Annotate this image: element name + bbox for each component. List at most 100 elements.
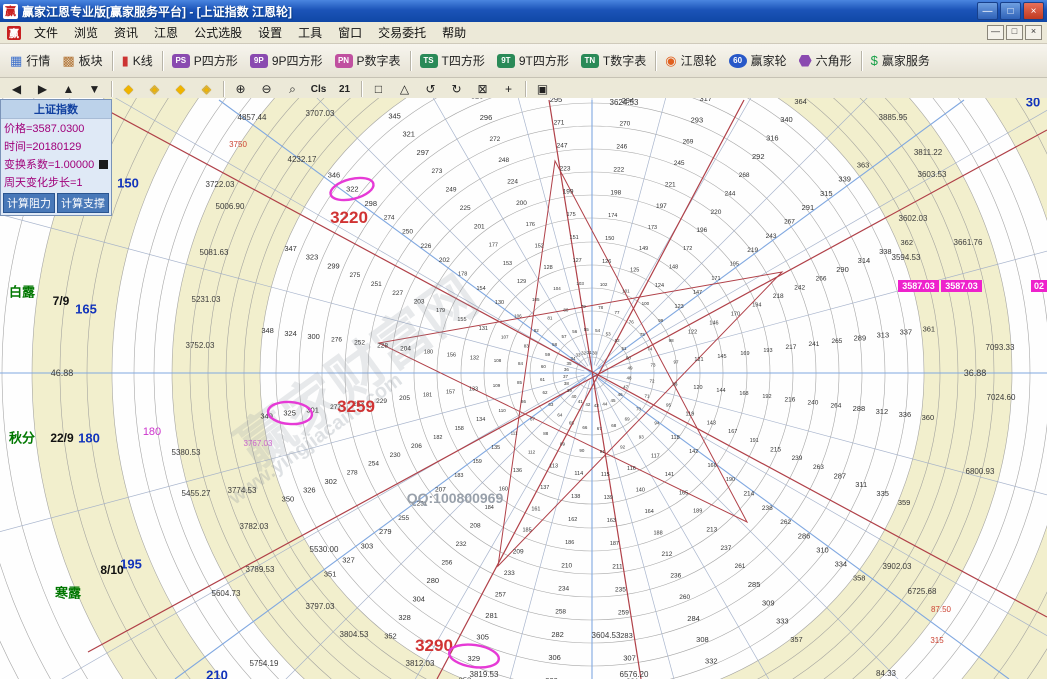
svg-text:02: 02	[1034, 281, 1044, 291]
svg-text:320: 320	[471, 98, 484, 100]
svg-text:292: 292	[752, 152, 765, 161]
calc-resistance-button[interactable]: 计算阻力	[3, 193, 55, 213]
mdi-restore-button[interactable]: □	[1006, 25, 1023, 40]
svg-text:208: 208	[470, 523, 481, 530]
diamond-2-button[interactable]: ◈	[142, 79, 167, 99]
svg-text:132: 132	[470, 355, 479, 361]
rotate-cw-button[interactable]: ↻	[444, 79, 469, 99]
svg-text:236: 236	[670, 573, 681, 580]
gann-wheel-chart[interactable]: 赢家财富网www.yingjiacaifu.com303132333435363…	[0, 98, 1047, 679]
svg-text:230: 230	[390, 452, 401, 459]
hexagon-button-label: 六角形	[816, 52, 852, 69]
app-logo-icon: 赢	[3, 4, 18, 19]
close-button[interactable]: ×	[1023, 2, 1044, 20]
svg-text:153: 153	[503, 261, 512, 267]
svg-text:114: 114	[574, 471, 583, 477]
svg-text:312: 312	[876, 407, 889, 416]
kline-button[interactable]: ▮K线	[116, 52, 159, 69]
svg-text:140: 140	[636, 488, 645, 494]
menu-item-3[interactable]: 江恩	[146, 23, 186, 42]
svg-text:268: 268	[739, 172, 750, 179]
cls-button[interactable]: Cls	[306, 79, 331, 99]
menu-item-4[interactable]: 公式选股	[186, 23, 250, 42]
svg-text:146: 146	[709, 320, 718, 326]
diamond-3-button[interactable]: ◆	[168, 79, 193, 99]
svg-text:92: 92	[620, 444, 626, 449]
menu-item-0[interactable]: 文件	[26, 23, 66, 42]
menu-item-7[interactable]: 窗口	[330, 23, 370, 42]
winner-service-button[interactable]: $赢家服务	[865, 52, 936, 69]
svg-text:3774.53: 3774.53	[228, 486, 257, 495]
menu-item-2[interactable]: 资讯	[106, 23, 146, 42]
svg-text:203: 203	[414, 299, 425, 306]
mdi-minimize-button[interactable]: —	[987, 25, 1004, 40]
svg-text:74: 74	[647, 347, 653, 352]
gann-wheel-button[interactable]: ◉江恩轮	[659, 52, 722, 69]
nav-up-button[interactable]: ▲	[56, 79, 81, 99]
calendar-21-button[interactable]: 21	[332, 79, 357, 99]
svg-text:129: 129	[517, 279, 526, 285]
zoom-out-button[interactable]: ⊖	[254, 79, 279, 99]
svg-text:3624.53: 3624.53	[610, 98, 639, 107]
svg-text:126: 126	[602, 259, 611, 265]
svg-text:359: 359	[898, 498, 911, 507]
svg-text:336: 336	[899, 410, 912, 419]
maximize-button[interactable]: □	[1000, 2, 1021, 20]
menu-item-8[interactable]: 交易委托	[370, 23, 434, 42]
svg-text:332: 332	[705, 657, 718, 666]
winner-service-button-label: 赢家服务	[882, 52, 930, 69]
svg-text:358: 358	[853, 574, 866, 583]
move-tool-button[interactable]: +	[496, 79, 521, 99]
svg-text:3811.22: 3811.22	[914, 148, 943, 157]
diamond-1-button[interactable]: ◆	[116, 79, 141, 99]
minimize-button[interactable]: —	[977, 2, 998, 20]
menu-item-5[interactable]: 设置	[250, 23, 290, 42]
nav-down-button[interactable]: ▼	[82, 79, 107, 99]
winner-wheel-button[interactable]: 60赢家轮	[723, 52, 793, 69]
svg-text:209: 209	[513, 549, 524, 556]
svg-text:67: 67	[597, 426, 603, 431]
svg-text:7024.60: 7024.60	[987, 393, 1016, 402]
rect-tool-button[interactable]: □	[366, 79, 391, 99]
magnifier-button[interactable]: ⌕	[280, 79, 305, 99]
svg-text:80: 80	[563, 307, 569, 312]
quotes-button[interactable]: ▦行情	[4, 52, 56, 69]
triangle-tool-button[interactable]: △	[392, 79, 417, 99]
step-spin-box[interactable]	[99, 160, 108, 169]
mdi-close-button[interactable]: ×	[1025, 25, 1042, 40]
zoom-in-button[interactable]: ⊕	[228, 79, 253, 99]
svg-text:274: 274	[384, 215, 395, 222]
p-square-button[interactable]: PSP四方形	[166, 52, 244, 69]
svg-text:288: 288	[853, 404, 866, 413]
9p-square-button[interactable]: 9P9P四方形	[244, 52, 329, 69]
svg-text:171: 171	[711, 276, 720, 282]
svg-text:3812.03: 3812.03	[406, 659, 435, 668]
calc-support-button[interactable]: 计算支撑	[57, 193, 109, 213]
svg-text:4232.17: 4232.17	[288, 155, 317, 164]
t-square-button[interactable]: TST四方形	[414, 52, 491, 69]
p-table-button[interactable]: PNP数字表	[329, 52, 407, 69]
svg-text:3707.03: 3707.03	[306, 109, 335, 118]
svg-text:304: 304	[412, 594, 425, 603]
9t-square-button[interactable]: 9T9T四方形	[491, 52, 575, 69]
screen-tool-button[interactable]: ▣	[530, 79, 555, 99]
menu-item-9[interactable]: 帮助	[434, 23, 474, 42]
nav-right-button[interactable]: ▶	[30, 79, 55, 99]
chart-area[interactable]: 赢家财富网www.yingjiacaifu.com303132333435363…	[0, 98, 1047, 679]
clear-tool-button[interactable]: ⊠	[470, 79, 495, 99]
sectors-button[interactable]: ▩板块	[56, 52, 108, 69]
menu-item-6[interactable]: 工具	[290, 23, 330, 42]
svg-text:154: 154	[477, 286, 486, 292]
svg-text:362: 362	[901, 238, 914, 247]
nav-left-button[interactable]: ◀	[4, 79, 29, 99]
menu-items: 文件浏览资讯江恩公式选股设置工具窗口交易委托帮助	[26, 23, 474, 42]
svg-text:72: 72	[650, 378, 656, 383]
rotate-ccw-button[interactable]: ↺	[418, 79, 443, 99]
t-table-button[interactable]: TNT数字表	[575, 52, 652, 69]
menu-item-1[interactable]: 浏览	[66, 23, 106, 42]
svg-text:3804.53: 3804.53	[340, 630, 369, 639]
diamond-4-button[interactable]: ◈	[194, 79, 219, 99]
svg-text:141: 141	[665, 472, 674, 478]
svg-text:102: 102	[600, 282, 608, 287]
hexagon-button[interactable]: 六角形	[793, 52, 858, 69]
